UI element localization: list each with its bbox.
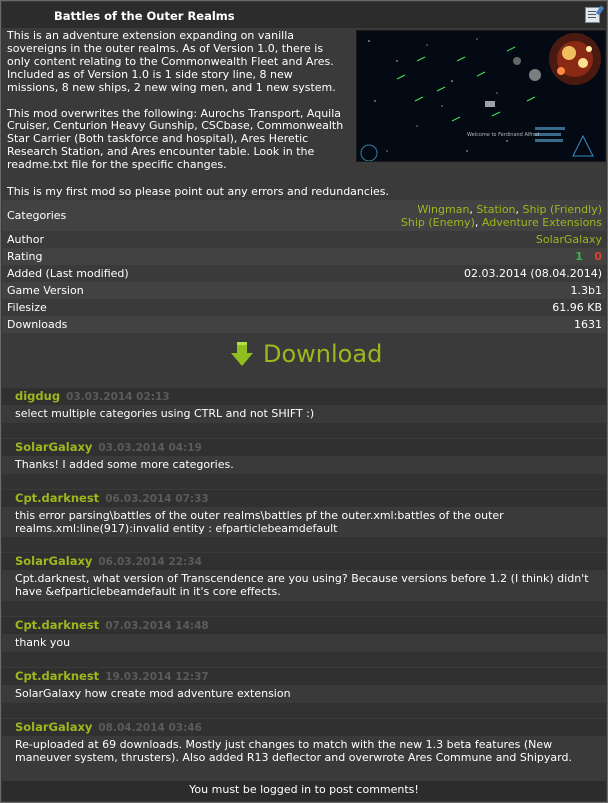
category-link[interactable]: Adventure Extensions	[482, 216, 602, 229]
comment-header: Cpt.darknest 07.03.2014 14:48	[2, 617, 606, 634]
comment-date: 19.03.2014 12:37	[105, 671, 209, 683]
comment-date: 06.03.2014 07:33	[105, 493, 209, 505]
comment-author[interactable]: Cpt.darknest	[15, 491, 99, 505]
comment-text: select multiple categories using CTRL an…	[15, 407, 315, 420]
mod-description: This is an adventure extension expanding…	[7, 29, 347, 185]
comment-text: Re-uploaded at 69 downloads. Mostly just…	[15, 738, 572, 764]
comment-author[interactable]: SolarGalaxy	[15, 554, 92, 568]
category-link[interactable]: Ship (Friendly)	[523, 203, 602, 216]
login-notice: You must be logged in to post comments!	[2, 781, 606, 801]
categories-label: Categories	[7, 209, 67, 222]
description-paragraph: This is an adventure extension expanding…	[7, 29, 336, 94]
filesize-value: 61.96 KB	[552, 301, 602, 314]
edit-icon[interactable]	[585, 7, 600, 23]
page-title: Battles of the Outer Realms	[54, 9, 235, 23]
rating-label: Rating	[7, 250, 43, 263]
filesize-row: Filesize 61.96 KB	[2, 299, 606, 316]
comment-divider	[2, 703, 606, 718]
author-label: Author	[7, 233, 45, 246]
comment-divider	[2, 601, 606, 616]
downloads-row: Downloads 1631	[2, 316, 606, 333]
comment-text: thank you	[15, 636, 71, 649]
comment-header: Cpt.darknest 06.03.2014 07:33	[2, 490, 606, 507]
added-value: 02.03.2014 (08.04.2014)	[463, 267, 602, 280]
comment-divider	[2, 537, 606, 552]
version-label: Game Version	[7, 284, 84, 297]
comment-author[interactable]: SolarGalaxy	[15, 720, 92, 734]
category-link[interactable]: Station	[476, 203, 515, 216]
comment-header: SolarGalaxy 06.03.2014 22:34	[2, 553, 606, 570]
author-link[interactable]: SolarGalaxy	[536, 233, 602, 246]
added-row: Added (Last modified) 02.03.2014 (08.04.…	[2, 265, 606, 282]
category-link[interactable]: Wingman	[417, 203, 469, 216]
rating-value: 1 0	[575, 250, 602, 263]
comment-date: 06.03.2014 22:34	[98, 556, 202, 568]
download-arrow-icon	[231, 342, 253, 366]
description-paragraph: This is my first mod so please point out…	[7, 185, 389, 198]
added-label: Added (Last modified)	[7, 267, 129, 280]
comment-author[interactable]: SolarGalaxy	[15, 440, 92, 454]
comment-header: SolarGalaxy 03.03.2014 04:19	[2, 439, 606, 456]
screenshot-image: Welcome to Ferdinand Alfred	[357, 31, 605, 161]
download-label: Download	[263, 340, 383, 368]
mod-page: Battles of the Outer Realms This is an a…	[0, 0, 608, 803]
author-row: Author SolarGalaxy	[2, 231, 606, 248]
comment-author[interactable]: Cpt.darknest	[15, 618, 99, 632]
categories-value: Wingman, Station, Ship (Friendly) Ship (…	[400, 203, 602, 229]
title-bar: Battles of the Outer Realms	[2, 2, 606, 28]
categories-row: Categories Wingman, Station, Ship (Frien…	[2, 200, 606, 231]
comment-header: digdug 03.03.2014 02:13	[2, 388, 606, 405]
comment-text: Cpt.darknest, what version of Transcende…	[15, 572, 589, 598]
comment-header: SolarGalaxy 08.04.2014 03:46	[2, 719, 606, 736]
comment-text: SolarGalaxy how create mod adventure ext…	[15, 687, 291, 700]
comment-divider	[2, 423, 606, 438]
comment-date: 03.03.2014 04:19	[98, 442, 202, 454]
download-button[interactable]: Download	[229, 337, 382, 371]
comment-author[interactable]: digdug	[15, 389, 60, 403]
screenshot-caption: Welcome to Ferdinand Alfred	[467, 132, 539, 138]
rating-row: Rating 1 0	[2, 248, 606, 265]
rating-up[interactable]: 1	[575, 250, 583, 263]
filesize-label: Filesize	[7, 301, 47, 314]
description-paragraph: This mod overwrites the following: Auroc…	[7, 106, 344, 172]
comment-text: Thanks! I added some more categories.	[15, 458, 234, 471]
version-row: Game Version 1.3b1	[2, 282, 606, 299]
comment-date: 08.04.2014 03:46	[98, 722, 202, 734]
comment-divider	[2, 474, 606, 489]
version-value: 1.3b1	[570, 284, 602, 297]
comment-header: Cpt.darknest 19.03.2014 12:37	[2, 668, 606, 685]
comment-divider	[2, 652, 606, 667]
mod-screenshot[interactable]: Welcome to Ferdinand Alfred	[356, 30, 606, 162]
comment-text: this error parsing\battles of the outer …	[15, 509, 504, 535]
category-link[interactable]: Ship (Enemy)	[401, 216, 475, 229]
downloads-value: 1631	[574, 318, 602, 331]
comment-date: 07.03.2014 14:48	[105, 620, 209, 632]
downloads-label: Downloads	[7, 318, 68, 331]
comment-author[interactable]: Cpt.darknest	[15, 669, 99, 683]
comment-date: 03.03.2014 02:13	[66, 391, 170, 403]
rating-down[interactable]: 0	[594, 250, 602, 263]
